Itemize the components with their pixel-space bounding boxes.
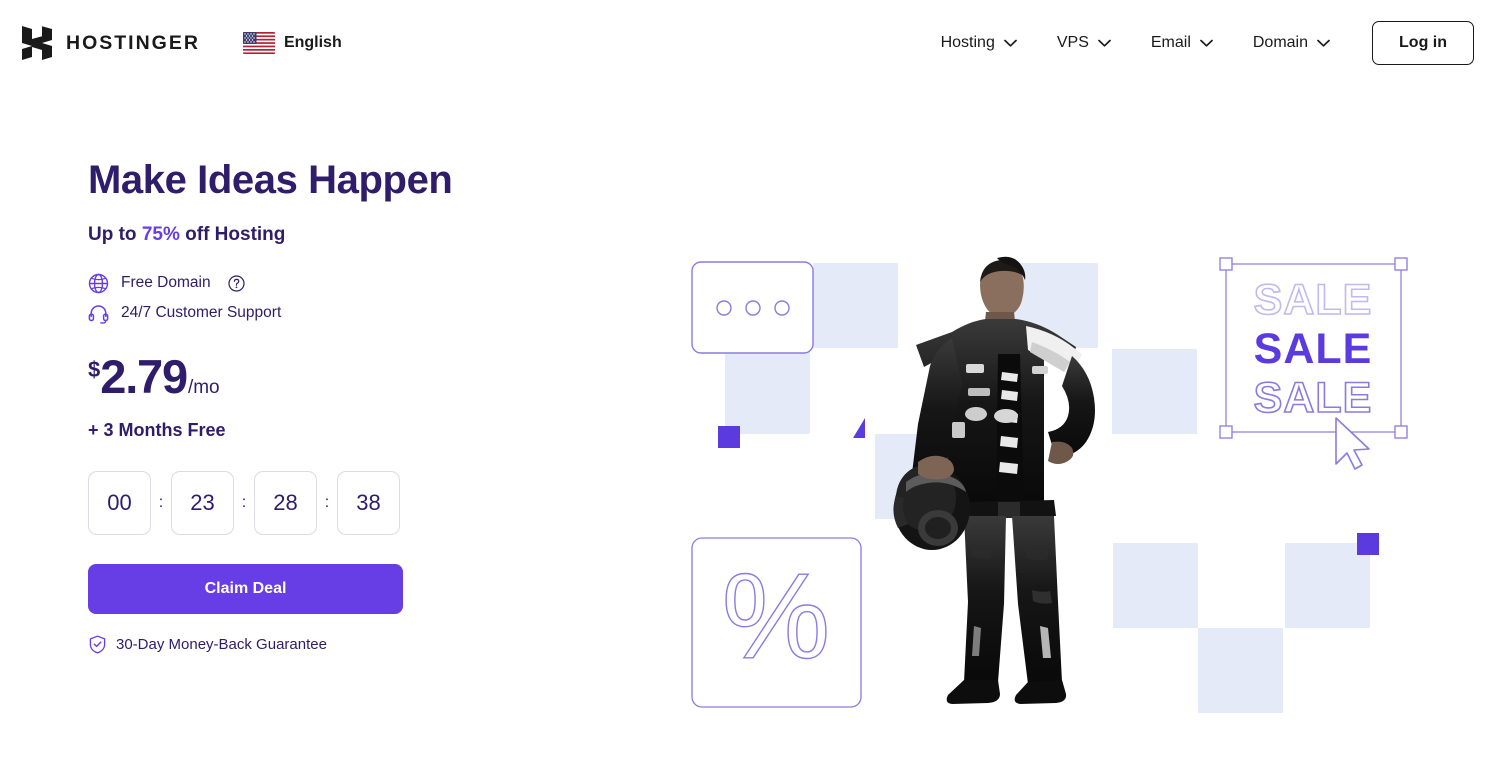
percent-glyph: %: [722, 548, 830, 684]
subheading-suffix: off Hosting: [179, 223, 286, 245]
site-header: HOSTINGER English Hosting VPS Email Doma…: [0, 0, 1494, 86]
price-amount: 2.79: [100, 349, 188, 403]
price-period: /mo: [187, 376, 220, 398]
sale-text-middle: SALE: [1254, 325, 1373, 373]
globe-icon: [88, 273, 109, 293]
hero-copy-column: Make Ideas Happen Up to 75% off Hosting …: [88, 158, 608, 654]
percent-symbol-card: %: [691, 537, 862, 708]
bonus-months-label: + 3 Months Free: [88, 419, 226, 440]
hero-section: Make Ideas Happen Up to 75% off Hosting …: [0, 86, 1494, 771]
language-label: English: [283, 34, 342, 51]
price-display: $ 2.79 /mo: [88, 353, 608, 400]
chevron-down-icon: [1317, 39, 1330, 47]
illustration-canvas: % SALE SALE SALE: [691, 256, 1408, 713]
sale-selection-group: SALE SALE SALE: [1219, 257, 1408, 470]
pale-square: [1113, 543, 1198, 628]
hero-illustration: % SALE SALE SALE: [680, 246, 1410, 726]
countdown-separator: :: [241, 493, 247, 511]
brand-logo[interactable]: HOSTINGER: [22, 26, 200, 60]
pale-square: [725, 349, 810, 434]
chevron-down-icon: [1098, 39, 1111, 47]
nav-item-email[interactable]: Email: [1131, 24, 1233, 62]
hero-subheading: Up to 75% off Hosting: [88, 224, 608, 246]
guarantee-label: 30-Day Money-Back Guarantee: [116, 635, 327, 653]
nav-label: Email: [1150, 34, 1191, 51]
chevron-down-icon: [1200, 39, 1213, 47]
page-title: Make Ideas Happen: [88, 158, 453, 202]
nav-label: Hosting: [940, 34, 995, 51]
nav-item-hosting[interactable]: Hosting: [921, 24, 1037, 62]
nav-item-vps[interactable]: VPS: [1037, 24, 1131, 62]
pale-square: [1112, 349, 1197, 434]
countdown-unit-minutes: 28: [254, 470, 317, 535]
nav-label: Domain: [1252, 34, 1309, 51]
hostinger-h-mark-icon: [22, 26, 52, 60]
claim-deal-button[interactable]: Claim Deal: [88, 563, 403, 614]
pale-square: [813, 263, 898, 348]
pale-square: [1285, 543, 1370, 628]
discount-percent: 75%: [141, 223, 180, 245]
shield-check-icon: [89, 635, 106, 654]
three-dots-card: [691, 261, 814, 354]
feature-label: 24/7 Customer Support: [121, 304, 282, 322]
sale-text-top: SALE: [1254, 276, 1373, 324]
language-selector[interactable]: English: [242, 32, 342, 54]
logo-wordmark: HOSTINGER: [66, 31, 200, 54]
money-back-guarantee: 30-Day Money-Back Guarantee: [88, 635, 608, 654]
countdown-unit-seconds: 38: [337, 470, 400, 535]
main-navigation: Hosting VPS Email Domain Log in: [921, 21, 1474, 65]
subheading-prefix: Up to: [88, 223, 142, 245]
nav-item-domain[interactable]: Domain: [1233, 24, 1350, 62]
mouse-cursor-icon: [1335, 417, 1370, 470]
feature-list: Free Domain 24/7 Customer Support: [88, 273, 608, 324]
login-button[interactable]: Log in: [1372, 21, 1474, 65]
feature-free-domain: Free Domain: [88, 273, 608, 294]
countdown-separator: :: [158, 493, 164, 511]
help-circle-icon[interactable]: [227, 275, 245, 292]
violet-square-accent: [718, 426, 740, 448]
countdown-unit-hours: 23: [171, 470, 234, 535]
countdown-separator: :: [324, 493, 330, 511]
chevron-down-icon: [1003, 39, 1017, 47]
us-flag-icon: [242, 32, 275, 54]
violet-square-accent: [1357, 533, 1379, 555]
headset-icon: [88, 305, 109, 324]
countdown-unit-days: 00: [88, 470, 151, 535]
feature-customer-support: 24/7 Customer Support: [88, 303, 608, 324]
violet-triangle-accent: [853, 418, 865, 438]
price-currency: $: [88, 356, 101, 382]
pale-square: [1198, 628, 1283, 713]
countdown-timer: 00 : 23 : 28 : 38: [88, 470, 608, 535]
nav-label: VPS: [1056, 34, 1089, 51]
feature-label: Free Domain: [121, 274, 211, 292]
sale-text-bottom: SALE: [1254, 374, 1373, 422]
